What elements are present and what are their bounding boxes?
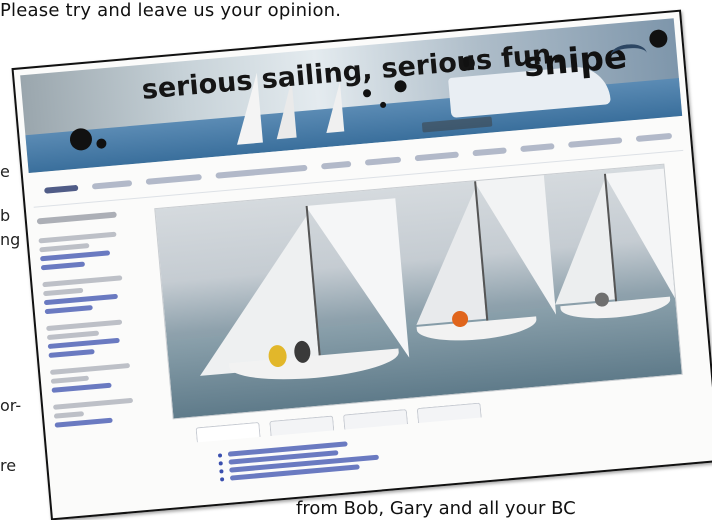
nav-item[interactable] — [91, 180, 133, 190]
event-date — [52, 397, 134, 410]
hero-sailing-photo — [154, 163, 683, 420]
event-link[interactable] — [43, 293, 118, 306]
bullet-icon — [219, 468, 224, 474]
event-date — [46, 319, 123, 332]
nav-item[interactable] — [145, 173, 202, 185]
content-tab[interactable] — [269, 415, 335, 436]
event-link[interactable] — [44, 304, 93, 315]
event-date — [43, 287, 84, 297]
nav-item[interactable] — [635, 132, 673, 142]
event-link[interactable] — [54, 417, 113, 428]
event-date — [53, 411, 85, 419]
nav-item[interactable] — [520, 143, 555, 153]
side-text-fragment: e — [0, 162, 10, 181]
sail-graphic — [544, 179, 615, 305]
nav-item[interactable] — [414, 151, 459, 162]
ink-splat-graphic — [648, 28, 669, 49]
nav-item[interactable] — [568, 137, 623, 148]
bullet-icon — [219, 476, 225, 482]
caption-top-line: Please try and leave us your opinion. — [0, 0, 342, 21]
event-date — [46, 330, 100, 341]
event-link[interactable] — [40, 261, 86, 271]
event-link[interactable] — [47, 337, 120, 350]
side-text-fragment: b — [0, 206, 11, 225]
sidebar-heading — [36, 211, 117, 225]
side-text-fragment: re — [0, 456, 17, 475]
side-text-fragment: or- — [0, 396, 22, 415]
nav-item[interactable] — [364, 156, 402, 166]
website-screenshot-photo: serious sailing, serious fun. snipe — [11, 9, 712, 520]
nav-item[interactable] — [472, 147, 507, 157]
caption-bottom-line: from Bob, Gary and all your BC — [296, 498, 576, 519]
bullet-icon — [218, 460, 223, 466]
event-date — [50, 375, 90, 384]
upcoming-events-sidebar — [36, 210, 162, 508]
event-date — [38, 231, 117, 244]
bullet-icon — [217, 452, 223, 458]
nav-item[interactable] — [320, 160, 352, 170]
content-tab[interactable] — [195, 421, 261, 443]
sail-graphic — [405, 189, 487, 325]
event-link[interactable] — [48, 349, 95, 358]
content-tab[interactable] — [342, 409, 409, 430]
content-tab[interactable] — [416, 402, 482, 424]
ink-splat-graphic — [362, 88, 372, 98]
event-link[interactable] — [51, 382, 112, 393]
event-date — [49, 362, 131, 375]
side-text-fragment: ng — [0, 230, 21, 249]
nav-item[interactable] — [215, 164, 308, 179]
event-date — [39, 243, 90, 253]
event-link[interactable] — [40, 250, 111, 262]
sail-graphic — [305, 198, 410, 366]
event-date — [42, 275, 123, 288]
nav-item[interactable] — [44, 184, 79, 194]
